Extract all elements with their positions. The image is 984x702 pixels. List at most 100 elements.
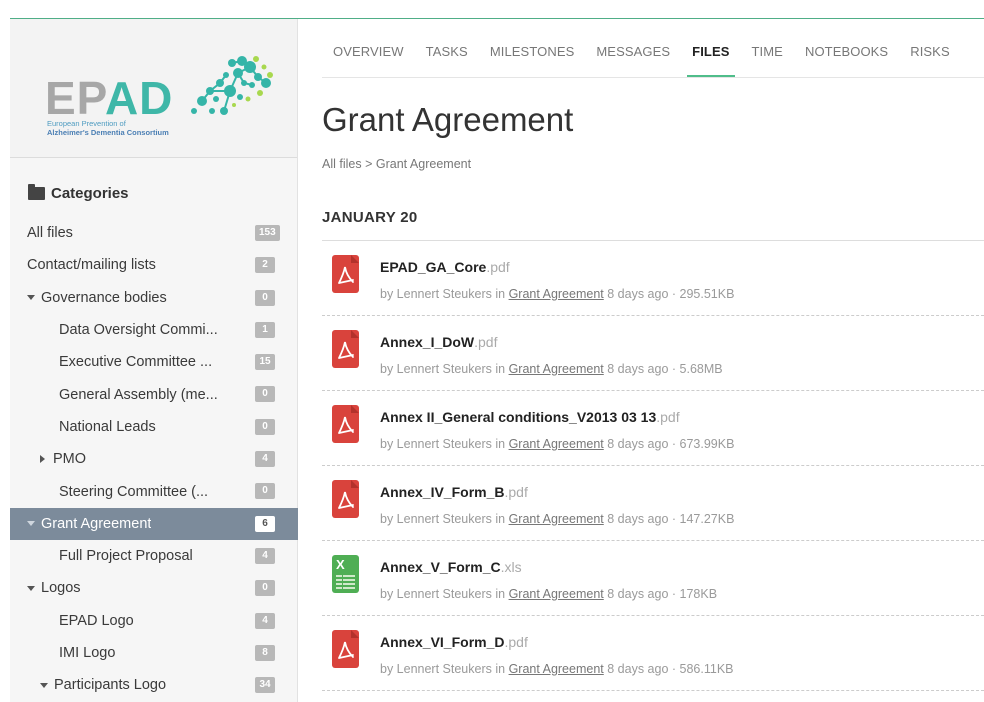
sidebar-item-label: Executive Committee ... <box>59 354 213 371</box>
sidebar-item[interactable]: All files 153 <box>10 217 298 249</box>
file-size: 147.27KB <box>679 512 735 526</box>
sidebar-item[interactable]: Contact/mailing lists 2 <box>10 249 298 281</box>
categories-header: Categories <box>28 184 129 202</box>
pdf-file-icon[interactable] <box>332 405 359 443</box>
pdf-file-icon[interactable] <box>332 255 359 293</box>
sidebar-item-label: General Assembly (me... <box>59 386 218 403</box>
categories-title: Categories <box>51 185 129 202</box>
file-row[interactable]: X Annex_V_Form_C.xls by Lennert Steukers i… <box>322 541 984 616</box>
pdf-file-icon[interactable] <box>332 330 359 368</box>
file-size: 178KB <box>679 587 718 601</box>
sidebar-item-label: Grant Agreement <box>41 515 152 532</box>
sidebar-item-label: EPAD Logo <box>59 612 134 629</box>
file-category-link[interactable]: Grant Agreement <box>509 287 604 301</box>
file-name[interactable]: Annex_VI_Form_D <box>380 634 504 650</box>
file-row[interactable]: Annex_VI_Form_D.pdf by Lennert Steukers i… <box>322 616 984 691</box>
file-age: 8 days ago <box>607 362 669 376</box>
file-row[interactable]: Annex_I_DoW.pdf by Lennert Steukers in Gr… <box>322 316 984 391</box>
file-size: 5.68MB <box>679 362 723 376</box>
file-age: 8 days ago <box>607 512 669 526</box>
breadcrumb-all-files[interactable]: All files <box>322 157 362 171</box>
file-extension: .pdf <box>656 409 680 425</box>
file-age: 8 days ago <box>607 587 669 601</box>
date-group-header: JANUARY 20 <box>322 209 418 226</box>
sidebar-item[interactable]: EPAD Logo 4 <box>10 605 298 637</box>
file-name-link[interactable]: Annex II_General conditions_V2013 03 13.… <box>380 409 680 425</box>
breadcrumb-separator: > <box>365 157 373 171</box>
file-category-link[interactable]: Grant Agreement <box>509 437 604 451</box>
sidebar-item[interactable]: Executive Committee ... 15 <box>10 346 298 378</box>
sidebar-item[interactable]: Data Oversight Commi... 1 <box>10 314 298 346</box>
file-category-link[interactable]: Grant Agreement <box>509 587 604 601</box>
file-name[interactable]: Annex_IV_Form_B <box>380 484 504 500</box>
tab-files[interactable]: FILES <box>681 44 740 78</box>
sidebar-item[interactable]: General Assembly (me... 0 <box>10 378 298 410</box>
chevron-down-icon[interactable] <box>40 682 48 688</box>
tab-tasks[interactable]: TASKS <box>415 44 479 78</box>
file-name[interactable]: Annex_V_Form_C <box>380 559 501 575</box>
sidebar-item[interactable]: Grant Agreement 6 <box>10 507 298 540</box>
file-category-link[interactable]: Grant Agreement <box>509 662 604 676</box>
file-size: 586.11KB <box>679 662 734 676</box>
sidebar-item[interactable]: Participants Logo 34 <box>10 669 298 701</box>
sidebar-item[interactable]: PMO 4 <box>10 443 298 475</box>
chevron-down-icon[interactable] <box>27 585 35 591</box>
file-age: 8 days ago <box>607 287 669 301</box>
sidebar-item[interactable]: National Leads 0 <box>10 411 298 443</box>
file-meta: by Lennert Steukers in Grant Agreement 8… <box>380 512 735 526</box>
file-list: EPAD_GA_Core.pdf by Lennert Steukers in G… <box>322 241 984 691</box>
count-badge: 153 <box>255 225 280 241</box>
file-extension: .pdf <box>504 634 528 650</box>
sidebar-item-label: Full Project Proposal <box>59 548 193 565</box>
tab-risks[interactable]: RISKS <box>899 44 961 78</box>
file-name-link[interactable]: EPAD_GA_Core.pdf <box>380 259 510 275</box>
sidebar-item[interactable]: IMI Logo 8 <box>10 637 298 669</box>
file-size: 295.51KB <box>679 287 735 301</box>
file-name-link[interactable]: Annex_IV_Form_B.pdf <box>380 484 528 500</box>
category-list: All files 153 Contact/mailing lists 2 Govern… <box>10 217 298 701</box>
tab-overview[interactable]: OVERVIEW <box>322 44 415 78</box>
xls-file-icon[interactable]: X <box>332 555 359 593</box>
sidebar-item[interactable]: Governance bodies 0 <box>10 282 298 314</box>
sidebar-item-label: All files <box>27 225 73 242</box>
svg-text:X: X <box>336 557 345 572</box>
pdf-file-icon[interactable] <box>332 630 359 668</box>
count-badge: 4 <box>255 451 275 468</box>
file-name[interactable]: Annex II_General conditions_V2013 03 13 <box>380 409 656 425</box>
chevron-down-icon[interactable] <box>27 521 35 527</box>
file-category-link[interactable]: Grant Agreement <box>509 362 604 376</box>
file-age: 8 days ago <box>607 662 669 676</box>
sidebar-item-label: Participants Logo <box>54 677 167 694</box>
count-badge: 15 <box>255 354 275 371</box>
logo-molecule-icon <box>191 56 273 115</box>
logo-wordmark: EPAD <box>45 72 174 124</box>
sidebar-item[interactable]: Steering Committee (... 0 <box>10 475 298 507</box>
file-name[interactable]: Annex_I_DoW <box>380 334 474 350</box>
file-author: by Lennert Steukers in <box>380 512 506 526</box>
sidebar-item-label: Steering Committee (... <box>59 483 209 500</box>
file-name-link[interactable]: Annex_V_Form_C.xls <box>380 559 522 575</box>
file-row[interactable]: Annex II_General conditions_V2013 03 13.… <box>322 391 984 466</box>
file-category-link[interactable]: Grant Agreement <box>509 512 604 526</box>
epad-logo[interactable]: EPAD European Prevention of Alzheimer's … <box>10 19 297 158</box>
file-name-link[interactable]: Annex_VI_Form_D.pdf <box>380 634 528 650</box>
sidebar-item[interactable]: Full Project Proposal 4 <box>10 540 298 572</box>
file-meta: by Lennert Steukers in Grant Agreement 8… <box>380 587 718 601</box>
sidebar-item-label: Logos <box>41 580 81 597</box>
chevron-right-icon[interactable] <box>40 455 45 464</box>
file-extension: .xls <box>500 559 522 575</box>
file-size: 673.99KB <box>679 437 735 451</box>
file-row[interactable]: EPAD_GA_Core.pdf by Lennert Steukers in G… <box>322 241 984 316</box>
tab-notebooks[interactable]: NOTEBOOKS <box>794 44 899 78</box>
file-row[interactable]: Annex_IV_Form_B.pdfby Lennert Steukers i… <box>322 466 984 541</box>
tab-messages[interactable]: MESSAGES <box>585 44 681 78</box>
tab-milestones[interactable]: MILESTONES <box>479 44 586 78</box>
count-badge: 4 <box>255 612 275 629</box>
file-name[interactable]: EPAD_GA_Core <box>380 259 486 275</box>
file-author: by Lennert Steukers in <box>380 437 506 451</box>
chevron-down-icon[interactable] <box>27 295 35 301</box>
tab-time[interactable]: TIME <box>741 44 794 78</box>
sidebar-item[interactable]: Logos 0 <box>10 572 298 604</box>
file-name-link[interactable]: Annex_I_DoW.pdf <box>380 334 497 350</box>
pdf-file-icon[interactable] <box>332 480 359 518</box>
